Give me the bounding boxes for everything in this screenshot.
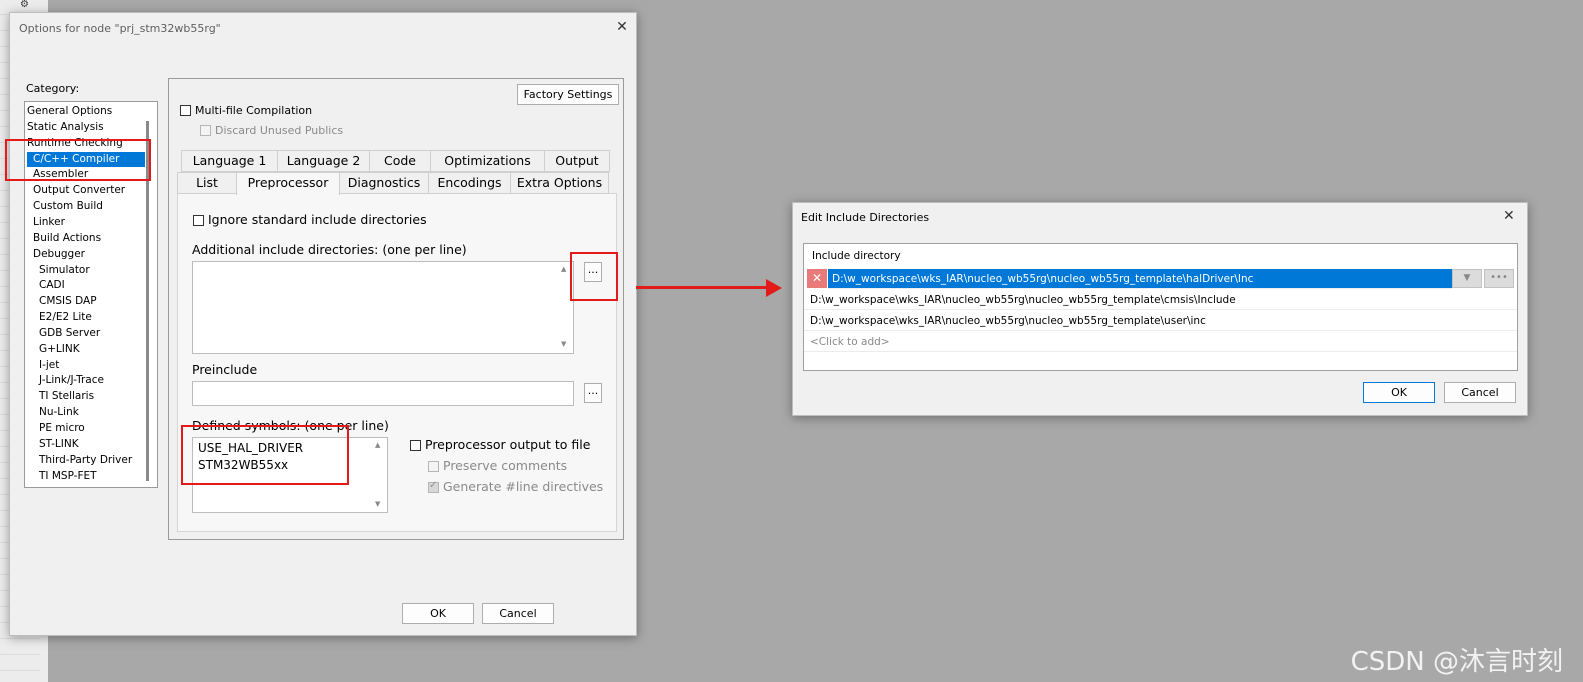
- category-label: Category:: [26, 82, 80, 95]
- cancel-button[interactable]: Cancel: [482, 603, 554, 624]
- category-item[interactable]: Static Analysis: [27, 120, 104, 135]
- annotation-box-browse: [570, 252, 618, 301]
- category-item[interactable]: Output Converter: [27, 183, 125, 198]
- include-dialog-title: Edit Include Directories: [801, 211, 930, 224]
- category-item[interactable]: TI MSP-FET: [27, 469, 97, 484]
- category-item[interactable]: G+LINK: [27, 342, 80, 357]
- include-row[interactable]: D:\w_workspace\wks_IAR\nucleo_wb55rg\nuc…: [828, 269, 1452, 289]
- include-dialog: Edit Include Directories ✕ Include direc…: [792, 202, 1528, 416]
- generate-line-checkbox[interactable]: [428, 480, 439, 493]
- category-item[interactable]: E2/E2 Lite: [27, 310, 92, 325]
- scroll-up-icon[interactable]: ▲: [375, 441, 380, 449]
- add-row-placeholder[interactable]: <Click to add>: [804, 332, 1517, 352]
- tab-diagnostics[interactable]: Diagnostics: [339, 172, 429, 194]
- annotation-box-compiler: [5, 139, 151, 181]
- tab-output[interactable]: Output: [544, 150, 610, 172]
- additional-include-label: Additional include directories: (one per…: [192, 242, 467, 257]
- preinclude-input[interactable]: [192, 381, 574, 406]
- scroll-up-icon[interactable]: ▲: [561, 265, 566, 273]
- watermark: CSDN @沐言时刻: [1350, 647, 1563, 677]
- close-icon[interactable]: ✕: [1503, 208, 1515, 224]
- tab-preprocessor[interactable]: Preprocessor: [236, 172, 340, 195]
- tab-optimizations[interactable]: Optimizations: [430, 150, 545, 172]
- annotation-box-symbols: [181, 425, 349, 485]
- category-item[interactable]: CMSIS DAP: [27, 294, 97, 309]
- ignore-std-checkbox[interactable]: [193, 215, 204, 226]
- ok-button[interactable]: OK: [1363, 382, 1435, 403]
- additional-include-textarea[interactable]: ▲ ▼: [192, 261, 574, 354]
- category-item[interactable]: Debugger: [27, 247, 85, 262]
- factory-settings-button[interactable]: Factory Settings: [517, 84, 619, 105]
- category-item[interactable]: I-jet: [27, 358, 59, 373]
- tab-code[interactable]: Code: [369, 150, 431, 172]
- tab-extra-options[interactable]: Extra Options: [510, 172, 609, 194]
- tab-language-1[interactable]: Language 1: [181, 150, 278, 172]
- include-grid: Include directory ✕ D:\w_workspace\wks_I…: [803, 243, 1518, 371]
- ok-button[interactable]: OK: [402, 603, 474, 624]
- chevron-down-icon[interactable]: ▼: [1452, 269, 1482, 288]
- discard-unused-checkbox[interactable]: [200, 125, 211, 136]
- tab-language-2[interactable]: Language 2: [277, 150, 370, 172]
- ignore-std-label: Ignore standard include directories: [208, 212, 427, 227]
- discard-unused-label: Discard Unused Publics: [215, 124, 344, 137]
- scroll-down-icon[interactable]: ▼: [561, 340, 566, 348]
- generate-line-label: Generate #line directives: [443, 479, 604, 494]
- include-row[interactable]: D:\w_workspace\wks_IAR\nucleo_wb55rg\nuc…: [804, 290, 1517, 310]
- category-item[interactable]: Linker: [27, 215, 65, 230]
- category-item[interactable]: General Options: [27, 104, 112, 119]
- category-item[interactable]: ST-LINK: [27, 437, 79, 452]
- tab-list[interactable]: List: [177, 172, 237, 194]
- gear-icon[interactable]: ⚙: [20, 0, 34, 10]
- category-item[interactable]: Nu-Link: [27, 405, 79, 420]
- preproc-output-label: Preprocessor output to file: [425, 437, 591, 452]
- multifile-checkbox[interactable]: [180, 105, 191, 116]
- multifile-label: Multi-file Compilation: [195, 104, 313, 117]
- category-item[interactable]: J-Link/J-Trace: [27, 373, 104, 388]
- column-header: Include directory: [812, 250, 901, 262]
- scroll-down-icon[interactable]: ▼: [375, 500, 380, 508]
- close-icon[interactable]: ✕: [613, 18, 631, 36]
- annotation-arrow-line: [636, 286, 768, 289]
- category-item[interactable]: TI Stellaris: [27, 389, 94, 404]
- preserve-comments-label: Preserve comments: [443, 458, 568, 473]
- tab-encodings[interactable]: Encodings: [428, 172, 511, 194]
- delete-row-icon[interactable]: ✕: [807, 269, 827, 288]
- cancel-button[interactable]: Cancel: [1444, 382, 1516, 403]
- category-item[interactable]: Custom Build: [27, 199, 103, 214]
- category-item[interactable]: Build Actions: [27, 231, 101, 246]
- options-dialog: Options for node "prj_stm32wb55rg" ✕ Cat…: [9, 12, 637, 636]
- category-item[interactable]: GDB Server: [27, 326, 100, 341]
- preproc-output-checkbox[interactable]: [410, 440, 421, 451]
- preinclude-browse-button[interactable]: ...: [584, 383, 602, 403]
- dialog-title: Options for node "prj_stm32wb55rg": [19, 22, 221, 35]
- category-item[interactable]: Simulator: [27, 263, 90, 278]
- category-item[interactable]: CADI: [27, 278, 65, 293]
- annotation-arrow-head: [766, 279, 782, 297]
- include-row[interactable]: D:\w_workspace\wks_IAR\nucleo_wb55rg\nuc…: [804, 311, 1517, 331]
- preserve-comments-checkbox[interactable]: [428, 461, 439, 472]
- preinclude-label: Preinclude: [192, 362, 258, 377]
- category-item[interactable]: PE micro: [27, 421, 85, 436]
- category-item[interactable]: Third-Party Driver: [27, 453, 132, 468]
- row-browse-button[interactable]: •••: [1484, 269, 1514, 288]
